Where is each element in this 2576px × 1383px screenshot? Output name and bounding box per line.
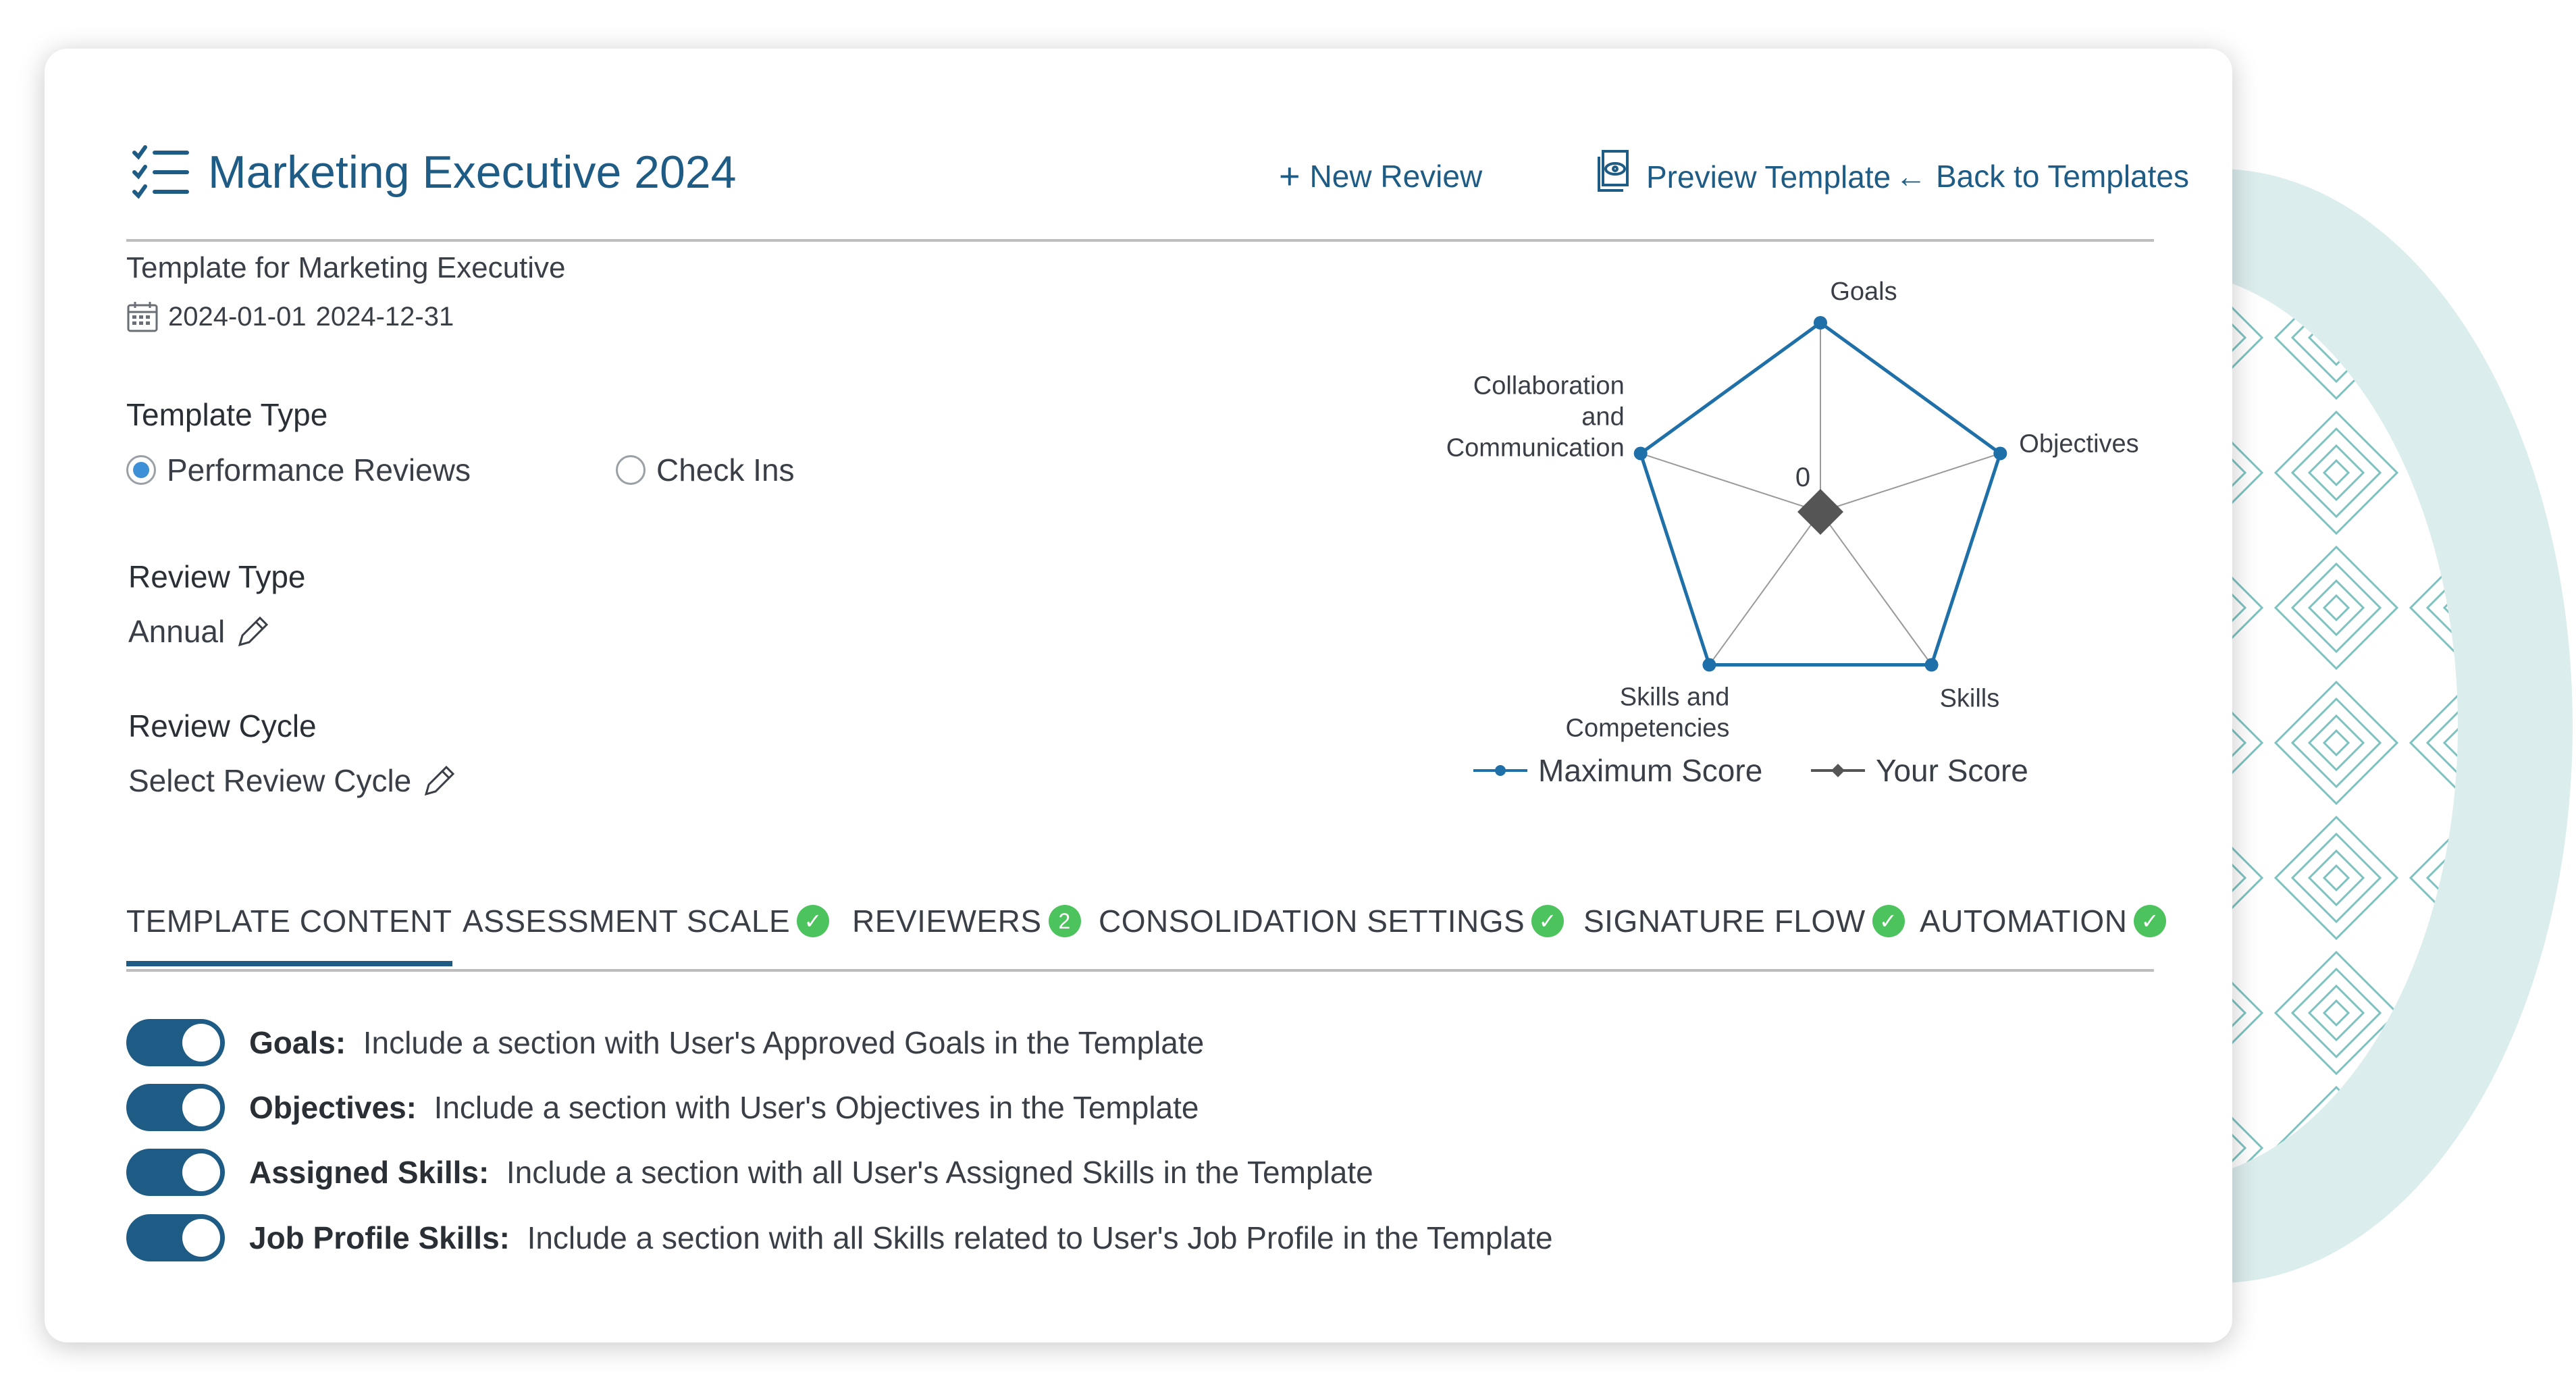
toggle-name: Objectives: — [249, 1090, 417, 1125]
max-score-point — [1924, 658, 1939, 672]
tab-bar: TEMPLATE CONTENT ASSESSMENT SCALE ✓ REVI… — [126, 903, 2167, 972]
toggle-row-objectives: Objectives: Include a section with User'… — [126, 1084, 1199, 1131]
max-score-point — [1993, 446, 2007, 461]
legend-line-marker — [1473, 765, 1527, 776]
toggle-name: Job Profile Skills: — [249, 1220, 510, 1255]
radar-spoke — [1820, 452, 2001, 513]
template-type-label: Template Type — [126, 397, 328, 432]
page-title: Marketing Executive 2024 — [208, 147, 737, 198]
tab-template-content[interactable]: TEMPLATE CONTENT — [126, 903, 452, 966]
legend-diamond-marker — [1811, 764, 1865, 777]
pencil-icon[interactable] — [422, 763, 457, 798]
max-score-point — [1702, 658, 1716, 672]
tab-assessment-scale[interactable]: ASSESSMENT SCALE ✓ — [463, 903, 830, 939]
radio-button-selected[interactable] — [126, 455, 156, 485]
calendar-icon — [127, 302, 158, 332]
template-subtitle: Template for Marketing Executive — [126, 251, 566, 284]
toggle-row-goals: Goals: Include a section with User's App… — [126, 1019, 1204, 1066]
axis-label: Skills and Competencies — [1566, 683, 1730, 743]
tab-label: AUTOMATION — [1920, 904, 2128, 939]
tab-label: REVIEWERS — [852, 904, 1042, 939]
job-profile-skills-toggle[interactable] — [126, 1214, 225, 1261]
tab-label: TEMPLATE CONTENT — [126, 904, 452, 939]
radar-spoke — [1820, 511, 1933, 666]
radio-button[interactable] — [616, 455, 646, 485]
radio-label: Performance Reviews — [167, 452, 471, 488]
toggle-description: Include a section with User's Objectives… — [433, 1090, 1199, 1125]
pencil-icon[interactable] — [236, 614, 271, 649]
preview-document-icon — [1598, 150, 1629, 192]
axis-label: Goals — [1830, 278, 1897, 306]
toggle-description: Include a section with all User's Assign… — [506, 1155, 1373, 1190]
toggle-name: Assigned Skills: — [249, 1155, 490, 1190]
new-review-button[interactable]: + New Review — [1279, 158, 1482, 194]
reviewers-count-badge: 2 — [1048, 905, 1081, 937]
preview-template-label: Preview Template — [1646, 159, 1891, 194]
template-card: Marketing Executive 2024 + New Review Pr… — [45, 49, 2232, 1342]
review-cycle-label: Review Cycle — [128, 708, 317, 743]
toggle-row-job-profile-skills: Job Profile Skills: Include a section wi… — [126, 1214, 1553, 1261]
toggle-description: Include a section with all Skills relate… — [527, 1220, 1553, 1255]
date-range: 2024-01-01 2024-12-31 — [126, 300, 454, 334]
arrow-left-icon: ← — [1895, 159, 1926, 194]
toggle-row-assigned-skills: Assigned Skills: Include a section with … — [126, 1149, 1373, 1196]
checklist-icon — [132, 145, 189, 199]
legend-label: Maximum Score — [1538, 753, 1763, 788]
tab-automation[interactable]: AUTOMATION ✓ — [1920, 903, 2167, 939]
review-cycle-value: Select Review Cycle — [128, 762, 457, 799]
tab-label: ASSESSMENT SCALE — [463, 904, 791, 939]
tab-reviewers[interactable]: REVIEWERS 2 — [852, 903, 1081, 939]
your-score-point — [1797, 489, 1843, 535]
tab-consolidation-settings[interactable]: CONSOLIDATION SETTINGS ✓ — [1099, 903, 1565, 939]
toggle-description: Include a section with User's Approved G… — [363, 1025, 1205, 1060]
check-circle-icon: ✓ — [1531, 905, 1565, 937]
radio-performance-reviews[interactable]: Performance Reviews — [126, 452, 471, 488]
radio-label: Check Ins — [656, 452, 795, 488]
legend-maximum-score: Maximum Score — [1473, 752, 1762, 789]
preview-template-button[interactable]: Preview Template — [1594, 149, 1891, 196]
radio-check-ins[interactable]: Check Ins — [616, 452, 795, 488]
check-circle-icon: ✓ — [797, 905, 830, 937]
header: Marketing Executive 2024 + New Review Pr… — [126, 96, 2189, 242]
back-to-templates-label: Back to Templates — [1936, 159, 2190, 194]
objectives-toggle[interactable] — [126, 1084, 225, 1131]
legend-label: Your Score — [1876, 753, 2028, 788]
goals-toggle[interactable] — [126, 1019, 225, 1066]
axis-label: Collaboration and Communication — [1446, 371, 1625, 462]
review-cycle-text: Select Review Cycle — [128, 763, 412, 798]
tab-label: SIGNATURE FLOW — [1583, 904, 1866, 939]
check-circle-icon: ✓ — [1872, 905, 1905, 937]
tab-signature-flow[interactable]: SIGNATURE FLOW ✓ — [1583, 903, 1905, 939]
tab-label: CONSOLIDATION SETTINGS — [1099, 904, 1525, 939]
end-date: 2024-12-31 — [315, 301, 454, 332]
radar-chart: 0 Goals Objectives Skills Skills and Competen… — [1446, 278, 2139, 743]
max-score-point — [1814, 316, 1827, 330]
max-score-point — [1633, 446, 1648, 461]
start-date: 2024-01-01 — [168, 301, 307, 332]
back-to-templates-link[interactable]: ← Back to Templates — [1895, 158, 2189, 194]
toggle-name: Goals: — [249, 1025, 346, 1060]
axis-label: Skills — [1940, 685, 2000, 713]
new-review-label: New Review — [1309, 159, 1483, 194]
legend-your-score: Your Score — [1811, 752, 2028, 789]
check-circle-icon: ✓ — [2134, 905, 2167, 937]
radar-spoke — [1640, 452, 1821, 513]
review-type-value: Annual — [128, 613, 271, 650]
assigned-skills-toggle[interactable] — [126, 1149, 225, 1196]
plus-icon: + — [1279, 156, 1300, 197]
radar-spoke — [1708, 511, 1821, 666]
review-type-text: Annual — [128, 614, 226, 649]
axis-label: Objectives — [2019, 429, 2138, 458]
review-type-label: Review Type — [128, 559, 306, 594]
center-value-label: 0 — [1795, 463, 1810, 492]
